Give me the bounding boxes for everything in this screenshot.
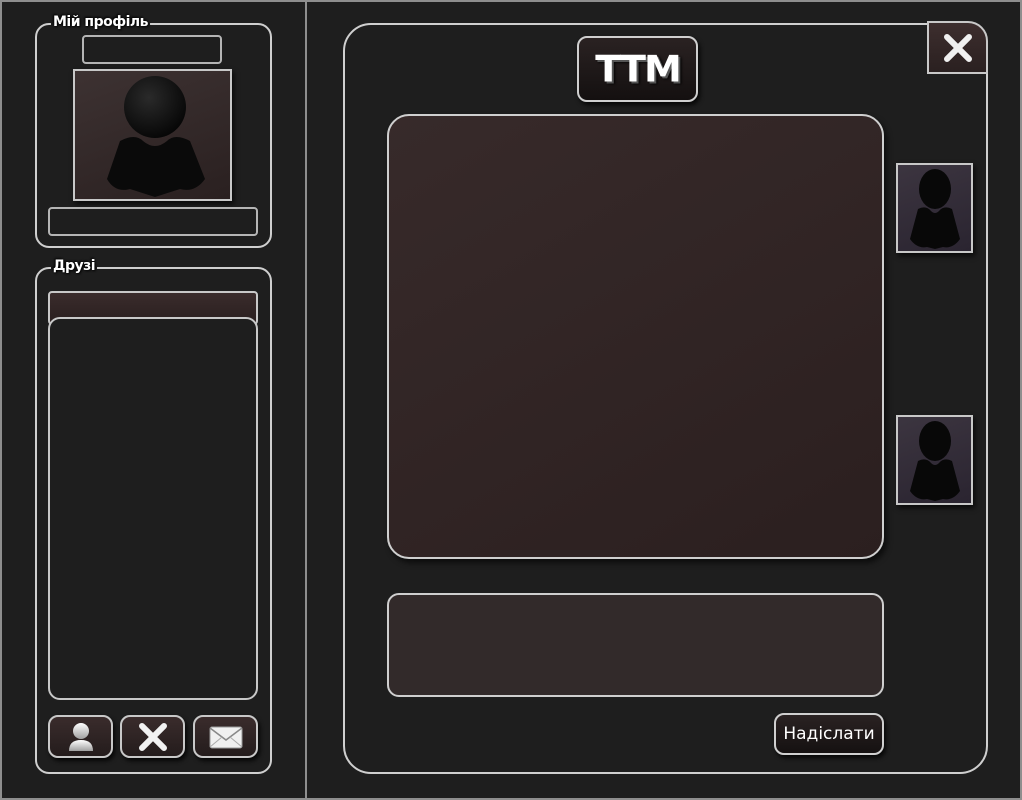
participant-avatar-1[interactable] <box>896 163 973 253</box>
panel-divider <box>305 0 307 800</box>
app-logo: TTM <box>577 36 698 102</box>
logo-text: TTM <box>595 48 682 90</box>
user-silhouette-icon <box>107 76 205 197</box>
send-button[interactable]: Надіслати <box>774 713 884 755</box>
view-profile-button[interactable] <box>48 715 113 758</box>
remove-friend-button[interactable] <box>120 715 185 758</box>
close-icon <box>138 722 167 751</box>
close-chat-button[interactable] <box>927 21 988 74</box>
profile-group-title: Мій профіль <box>51 14 151 30</box>
chat-messages-area[interactable] <box>387 114 884 559</box>
user-icon <box>68 722 93 751</box>
friends-list[interactable] <box>48 317 258 700</box>
profile-avatar[interactable] <box>73 69 232 201</box>
user-silhouette-icon <box>910 169 960 249</box>
close-icon <box>943 33 972 62</box>
username-field[interactable] <box>82 35 222 64</box>
friends-group-title: Друзі <box>51 258 98 274</box>
participant-avatar-2[interactable] <box>896 415 973 505</box>
send-message-button[interactable] <box>193 715 258 758</box>
message-input[interactable] <box>387 593 884 697</box>
user-silhouette-icon <box>910 421 960 501</box>
envelope-icon <box>209 726 242 748</box>
status-field[interactable] <box>48 207 258 236</box>
